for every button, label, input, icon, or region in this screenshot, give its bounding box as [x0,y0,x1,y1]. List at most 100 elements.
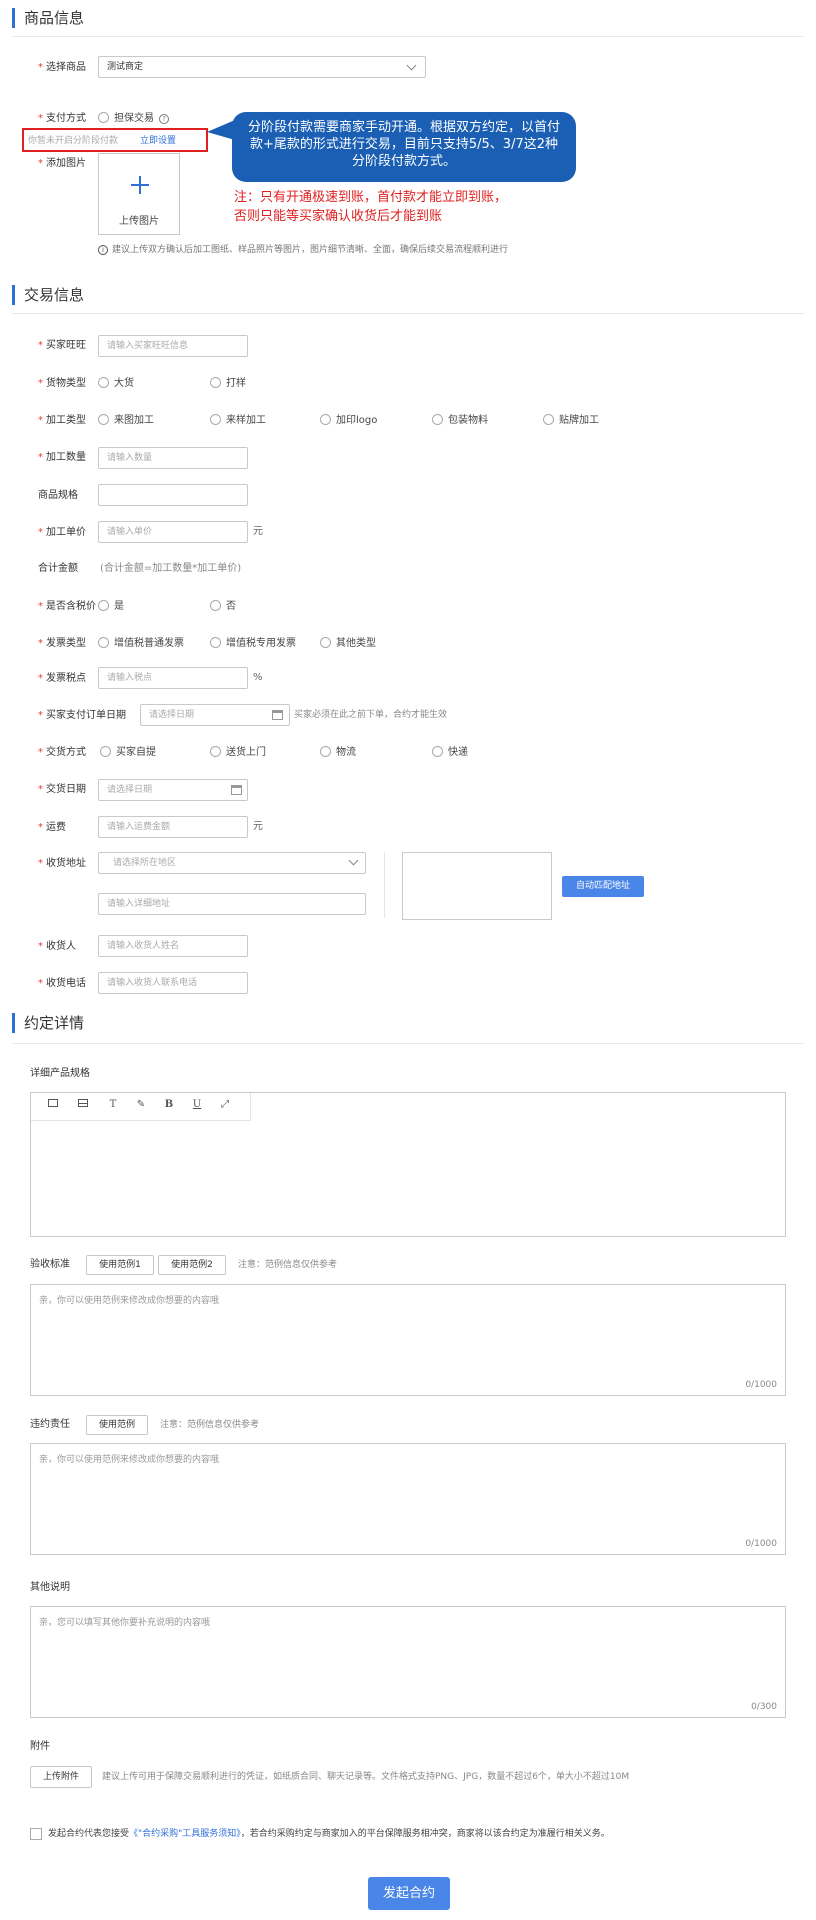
detail-address-input[interactable]: 请输入详细地址 [98,893,366,915]
product-spec-label: 详细产品规格 [30,1068,90,1079]
section-title-agreement: 约定详情 [12,1013,84,1033]
tax-rate-unit: % [253,672,263,683]
pen-icon[interactable]: ✎ [133,1099,149,1111]
breach-textarea[interactable]: 亲，你可以使用范例来修改成你想要的内容哦 0/1000 [30,1443,786,1555]
address-paste-box[interactable] [402,852,552,920]
quantity-label: * 加工数量 [38,452,86,463]
radio-process-drawing[interactable]: 来图加工 [98,414,154,428]
freight-unit: 元 [253,821,263,832]
service-terms-link[interactable]: 《"合约采购"工具服务须知》 [129,1829,241,1839]
bold-icon[interactable]: B [161,1099,177,1111]
unit-price-input[interactable]: 请输入单价 [98,521,248,543]
upload-image-text: 上传图片 [119,216,159,227]
goods-type-label: * 货物类型 [38,378,86,389]
buyer-wangwang-input[interactable]: 请输入买家旺旺信息 [98,335,248,357]
stage-payment-setup-link[interactable]: 立即设置 [140,134,176,148]
plus-icon [131,176,149,194]
express-arrival-note-2: 否则只能等买家确认收货后才能到账 [234,209,443,224]
image-icon[interactable] [45,1099,61,1111]
delivery-date-input[interactable]: 请选择日期 [98,779,248,801]
radio-goods-sample[interactable]: 打样 [210,377,246,391]
other-notes-textarea[interactable]: 亲，您可以填写其他你要补充说明的内容哦 0/300 [30,1606,786,1718]
radio-delivery-pickup[interactable]: 买家自提 [100,746,156,760]
breach-char-count: 0/1000 [745,1539,777,1549]
acceptance-example2-button[interactable]: 使用范例2 [158,1255,226,1275]
select-product-dropdown[interactable]: 测试商定 [98,56,426,78]
agree-checkbox[interactable] [30,1828,42,1840]
total-amount-hint: (合计金额=加工数量*加工单价) [100,563,242,574]
radio-invoice-normal[interactable]: 增值税普通发票 [98,637,184,651]
other-notes-char-count: 0/300 [751,1702,777,1712]
radio-process-sample[interactable]: 来样加工 [210,414,266,428]
radio-goods-bulk[interactable]: 大货 [98,377,134,391]
unit-price-label: * 加工单价 [38,527,86,538]
help-circle-icon[interactable]: ? [159,114,169,124]
pay-method-label: * 支付方式 [38,113,86,124]
acceptance-placeholder: 亲，你可以使用范例来修改成你想要的内容哦 [39,1296,220,1306]
invoice-type-label: * 发票类型 [38,638,86,649]
auto-match-address-button[interactable]: 自动匹配地址 [562,876,644,897]
radio-invoice-special[interactable]: 增值税专用发票 [210,637,296,651]
delivery-method-label: * 交货方式 [38,747,86,758]
submit-contract-button[interactable]: 发起合约 [368,1877,450,1910]
radio-tax-yes[interactable]: 是 [98,600,124,614]
radio-invoice-other[interactable]: 其他类型 [320,637,376,651]
radio-escrow[interactable]: 担保交易 [98,112,154,126]
breach-note: 注意：范例信息仅供参考 [160,1420,260,1430]
acceptance-char-count: 0/1000 [745,1380,777,1390]
acceptance-label: 验收标准 [30,1259,70,1270]
radio-tax-no[interactable]: 否 [210,600,236,614]
tax-rate-label: * 发票税点 [38,673,86,684]
pay-date-label: * 买家支付订单日期 [38,710,126,721]
editor-toolbar: T ✎ B U ⤢ [31,1093,251,1121]
attachment-hint: 建议上传可用于保障交易顺利进行的凭证，如纸质合同、聊天记录等。文件格式支持PNG… [102,1772,630,1782]
breach-placeholder: 亲，你可以使用范例来修改成你想要的内容哦 [39,1455,220,1465]
receiver-label: * 收货人 [38,941,76,952]
upload-attachment-button[interactable]: 上传附件 [30,1766,92,1788]
receiver-phone-label: * 收货电话 [38,978,86,989]
upload-image-button[interactable]: 上传图片 [98,153,180,235]
radio-delivery-express[interactable]: 快递 [432,746,468,760]
acceptance-example1-button[interactable]: 使用范例1 [86,1255,154,1275]
region-select[interactable]: 请选择所在地区 [98,852,366,874]
spec-input[interactable] [98,484,248,506]
breach-example-button[interactable]: 使用范例 [86,1415,148,1435]
pay-date-input[interactable]: 请选择日期 [140,704,290,726]
freight-label: * 运费 [38,822,66,833]
rich-text-editor[interactable]: T ✎ B U ⤢ [30,1092,786,1237]
select-product-label: * 选择商品 [38,62,86,73]
section-divider [12,1043,804,1044]
calendar-icon[interactable] [231,785,242,795]
underline-icon[interactable]: U [189,1099,205,1111]
radio-process-oem[interactable]: 贴牌加工 [543,414,599,428]
table-icon[interactable] [75,1099,91,1111]
tax-included-label: * 是否含税价 [38,601,96,612]
address-label: * 收货地址 [38,858,86,869]
radio-process-logo[interactable]: 加印logo [320,414,377,428]
process-type-label: * 加工类型 [38,415,86,426]
buyer-wangwang-label: * 买家旺旺 [38,340,86,351]
freight-input[interactable]: 请输入运费金额 [98,816,248,838]
calendar-icon[interactable] [272,710,283,720]
pay-date-hint: 买家必须在此之前下单，合约才能生效 [294,710,448,720]
image-upload-tip: 建议上传双方确认后加工图纸、样品照片等图片，图片细节清晰、全面，确保后续交易流程… [112,245,509,255]
attachment-label: 附件 [30,1741,50,1752]
receiver-input[interactable]: 请输入收货人姓名 [98,935,248,957]
radio-delivery-logistics[interactable]: 物流 [320,746,356,760]
stage-payment-notice: 你暂未开启分阶段付款 [28,136,119,146]
address-divider [384,852,385,918]
acceptance-textarea[interactable]: 亲，你可以使用范例来修改成你想要的内容哦 0/1000 [30,1284,786,1396]
spec-label: 商品规格 [38,490,78,501]
tax-rate-input[interactable]: 请输入税点 [98,667,248,689]
other-notes-placeholder: 亲，您可以填写其他你要补充说明的内容哦 [39,1618,211,1628]
express-arrival-note-1: 注：只有开通极速到账，首付款才能立即到账， [234,190,508,205]
receiver-phone-input[interactable]: 请输入收货人联系电话 [98,972,248,994]
quantity-input[interactable]: 请输入数量 [98,447,248,469]
section-divider [12,313,804,314]
radio-delivery-door[interactable]: 送货上门 [210,746,266,760]
radio-process-packaging[interactable]: 包装物料 [432,414,488,428]
font-size-icon[interactable]: T [105,1099,121,1111]
unit-price-unit: 元 [253,526,263,537]
add-image-label: * 添加图片 [38,158,86,169]
fullscreen-icon[interactable]: ⤢ [217,1099,233,1111]
